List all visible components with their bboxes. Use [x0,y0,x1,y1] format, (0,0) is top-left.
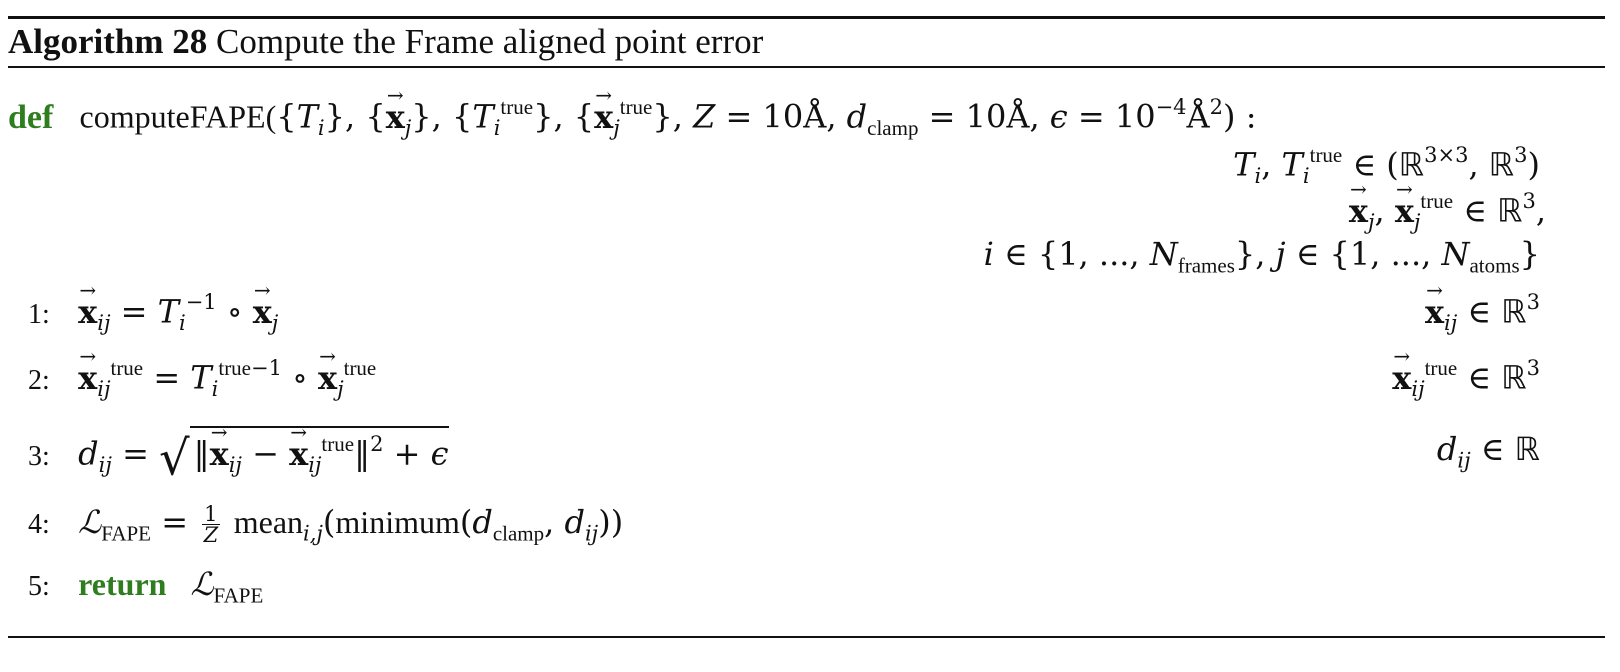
type-annotation-points: xj, xjtrue ∈ ℝ3, [1349,189,1546,234]
step-2: 2: xijtrue = Titrue−1 ∘ xjtrue [28,356,376,401]
def-keyword: def [8,98,54,136]
function-name: computeFAPE [79,98,266,135]
algorithm-caption: Algorithm 28 Compute the Frame aligned p… [8,22,763,62]
step-number: 3: [28,440,50,472]
header-rule [8,66,1605,68]
step-1: 1: xij = Ti−1 ∘ xj [28,290,278,335]
step-number: 1: [28,298,50,330]
step-5: 5: return ℒFAPE [28,565,264,608]
fraction-one-over-z: 1Z [202,502,220,547]
bottom-rule [8,636,1605,638]
algorithm-title: Compute the Frame aligned point error [216,22,764,61]
type-annotation-frames: Ti, Titrue ∈ (ℝ3×3, ℝ3) [1233,143,1540,188]
step-number: 4: [28,509,50,540]
step-2-type: xijtrue ∈ ℝ3 [1392,356,1540,401]
square-root-symbol: √ [159,430,190,487]
step-3: 3: dij = √‖xij − xijtrue‖2 + ϵ [28,426,449,487]
return-keyword: return [78,566,167,602]
top-rule [8,16,1605,19]
step-4: 4: ℒFAPE = 1Z meani,j(minimum(dclamp, di… [28,502,624,547]
function-signature: def computeFAPE({Ti}, {xj}, {Titrue}, {x… [8,95,1256,141]
step-3-type: dij ∈ ℝ [1436,430,1540,473]
type-annotation-indices: i ∈ {1, ..., Nframes}, j ∈ {1, ..., Nato… [983,235,1540,278]
algorithm-label: Algorithm 28 [8,22,208,61]
step-1-type: xij ∈ ℝ3 [1425,290,1540,335]
step-number: 2: [28,364,50,396]
step-number: 5: [28,571,50,602]
